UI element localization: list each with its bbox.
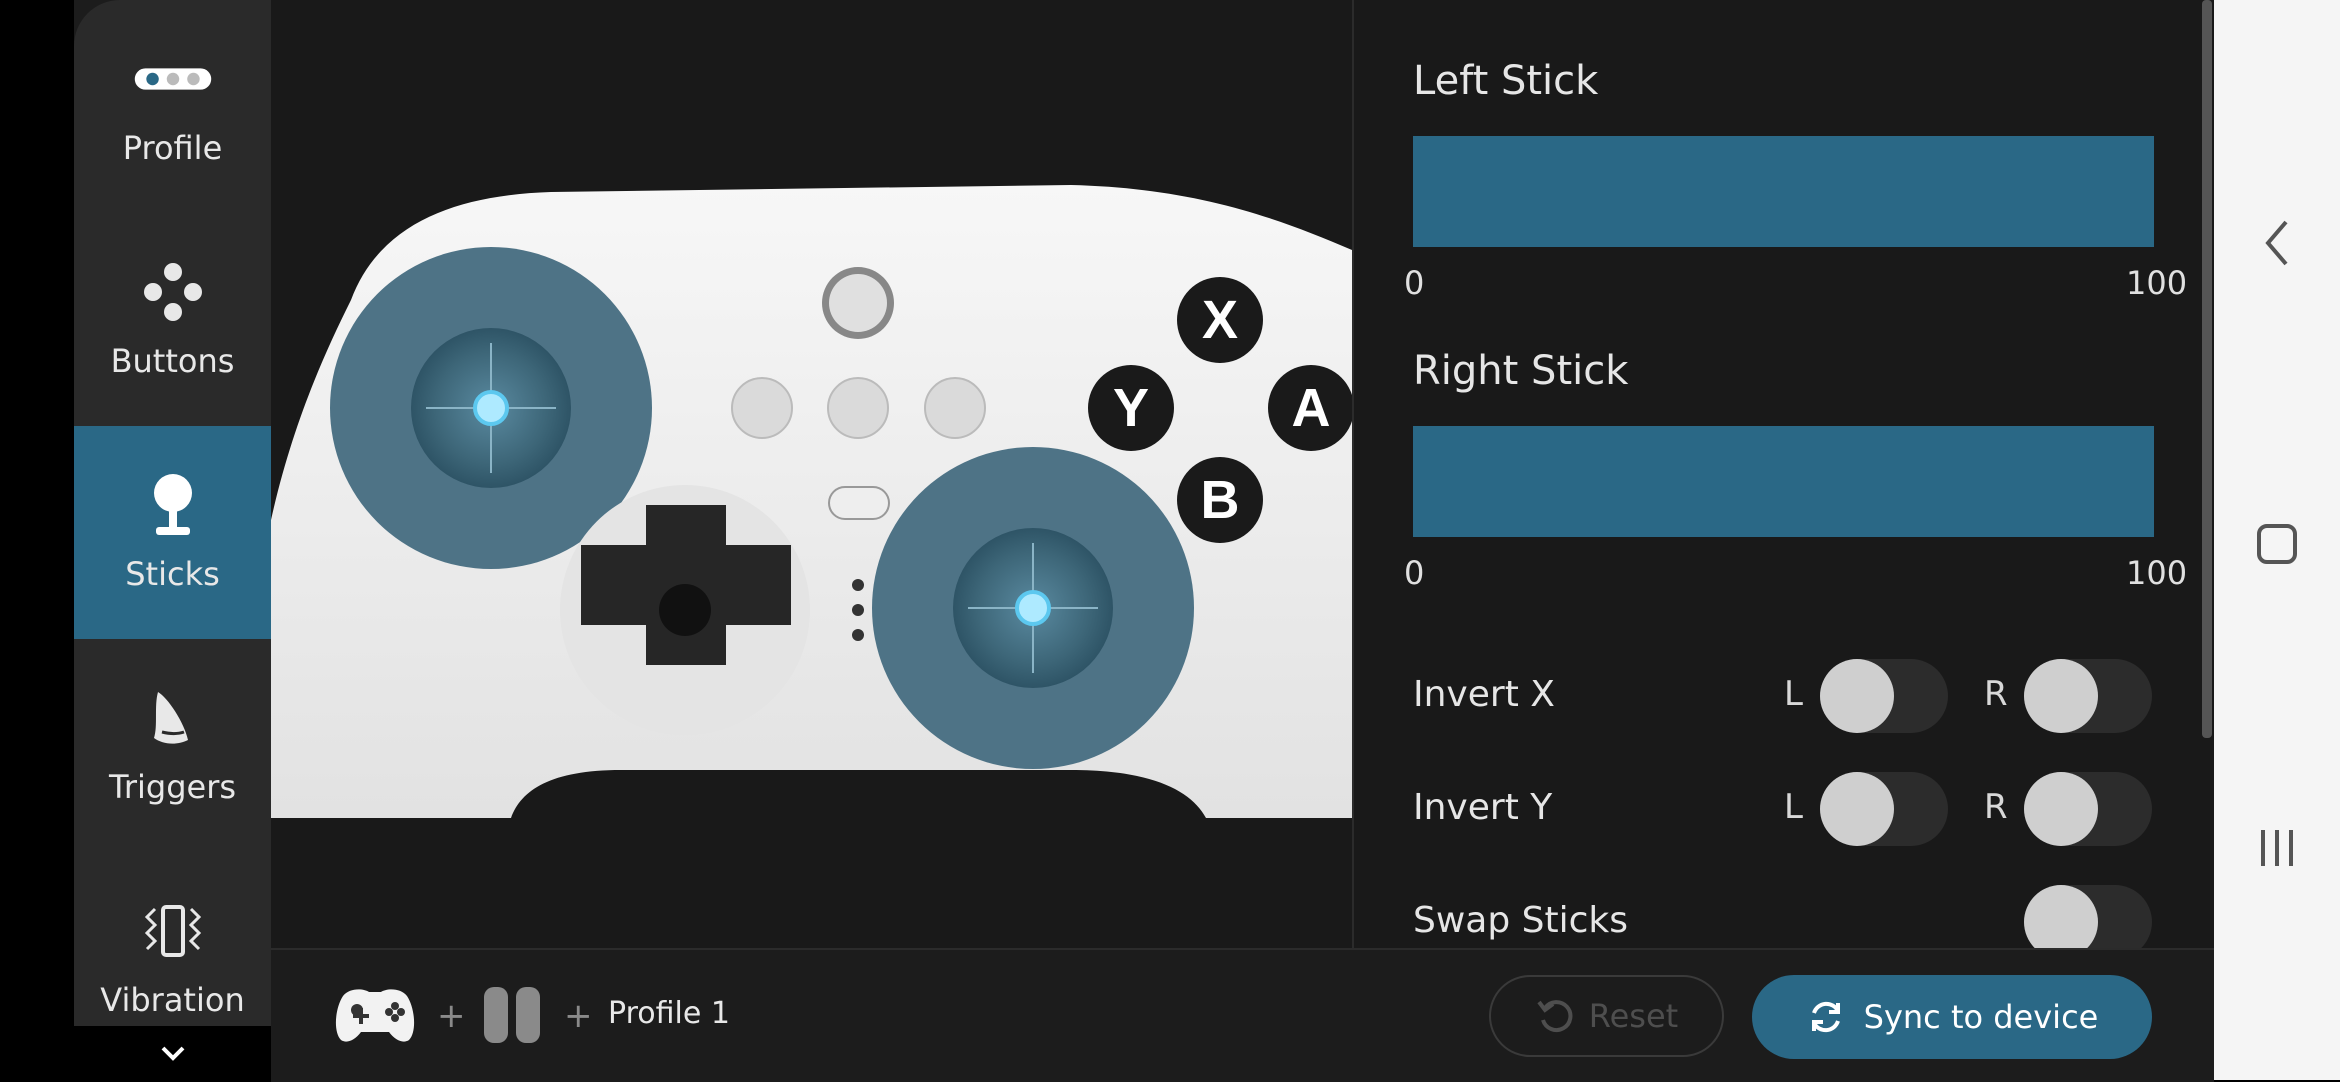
back-button[interactable] xyxy=(2214,218,2340,268)
gamepad-icon[interactable] xyxy=(333,982,417,1050)
right-stick-range-slider[interactable] xyxy=(1413,426,2154,537)
recents-button[interactable] xyxy=(2214,826,2340,870)
buttons-icon xyxy=(133,260,213,324)
sidebar-item-sticks[interactable]: Sticks xyxy=(74,426,271,639)
invert-y-left-toggle[interactable] xyxy=(1820,772,1948,846)
invert-x-left-toggle[interactable] xyxy=(1820,659,1948,733)
sidebar-item-buttons[interactable]: Buttons xyxy=(74,213,271,426)
left-stick-range-slider[interactable] xyxy=(1413,136,2154,247)
right-stick-indicator xyxy=(1015,590,1051,626)
sidebar-more-button[interactable] xyxy=(74,1026,271,1080)
profile-dots-icon xyxy=(133,47,213,111)
settings-scrollbar[interactable] xyxy=(2202,0,2212,738)
sidebar-item-label: Triggers xyxy=(108,767,237,806)
b-button-label: B xyxy=(1201,470,1240,530)
left-stick-max: 100 xyxy=(2126,264,2188,302)
swap-sticks-label: Swap Sticks xyxy=(1413,900,1629,941)
reset-button[interactable]: Reset xyxy=(1489,975,1724,1057)
sidebar-item-label: Vibration xyxy=(100,980,245,1019)
plus-separator: + xyxy=(437,996,466,1036)
left-stick-indicator xyxy=(473,390,509,426)
left-stick-min: 0 xyxy=(1404,264,1425,302)
joystick-icon xyxy=(133,473,213,537)
invert-y-r-label: R xyxy=(1984,787,2008,827)
sidebar-item-label: Profile xyxy=(122,128,223,167)
plus-separator: + xyxy=(564,996,593,1036)
controller-view: X Y A B xyxy=(271,0,1352,948)
left-stick-title: Left Stick xyxy=(1413,58,1599,104)
controller-illustration: X Y A B xyxy=(271,185,1352,948)
invert-y-label: Invert Y xyxy=(1413,787,1553,828)
chevron-down-icon xyxy=(161,1046,184,1061)
sidebar-item-profile[interactable]: Profile xyxy=(74,0,271,213)
sidebar-item-label: Sticks xyxy=(125,554,220,593)
switch-console-icon[interactable] xyxy=(482,985,542,1049)
swap-sticks-toggle[interactable] xyxy=(2024,885,2152,948)
sync-icon xyxy=(1811,1001,1840,1033)
sidebar-item-label: Buttons xyxy=(110,341,235,380)
right-stick-min: 0 xyxy=(1404,554,1425,592)
invert-x-label: Invert X xyxy=(1413,674,1555,715)
vibration-icon xyxy=(133,899,213,963)
sidebar-item-triggers[interactable]: Triggers xyxy=(74,639,271,852)
recents-lines-icon xyxy=(2261,830,2293,866)
a-button-label: A xyxy=(1292,378,1331,438)
invert-x-l-label: L xyxy=(1784,674,1803,714)
y-button-label: Y xyxy=(1113,378,1149,438)
invert-x-right-toggle[interactable] xyxy=(2024,659,2152,733)
sync-label: Sync to device xyxy=(1863,998,2099,1036)
home-square-icon xyxy=(2257,524,2297,564)
invert-y-right-toggle[interactable] xyxy=(2024,772,2152,846)
home-button[interactable] xyxy=(2214,522,2340,566)
invert-y-l-label: L xyxy=(1784,787,1803,827)
sidebar-item-vibration[interactable]: Vibration xyxy=(74,852,271,1026)
stick-settings-panel: Left Stick 0 100 Right Stick 0 100 Inver… xyxy=(1354,0,2214,948)
right-stick-max: 100 xyxy=(2126,554,2188,592)
android-nav-bar xyxy=(2214,0,2340,1080)
x-button-label: X xyxy=(1202,290,1238,350)
invert-x-r-label: R xyxy=(1984,674,2008,714)
undo-icon xyxy=(1537,1000,1573,1033)
current-profile-name[interactable]: Profile 1 xyxy=(608,996,730,1031)
sync-to-device-button[interactable]: Sync to device xyxy=(1752,975,2152,1059)
right-stick-title: Right Stick xyxy=(1413,348,1629,394)
reset-label: Reset xyxy=(1588,997,1679,1035)
sidebar: Profile Buttons Sticks Triggers Vibratio… xyxy=(74,0,271,1026)
trigger-icon xyxy=(133,686,213,750)
back-chevron-icon xyxy=(2265,220,2288,266)
